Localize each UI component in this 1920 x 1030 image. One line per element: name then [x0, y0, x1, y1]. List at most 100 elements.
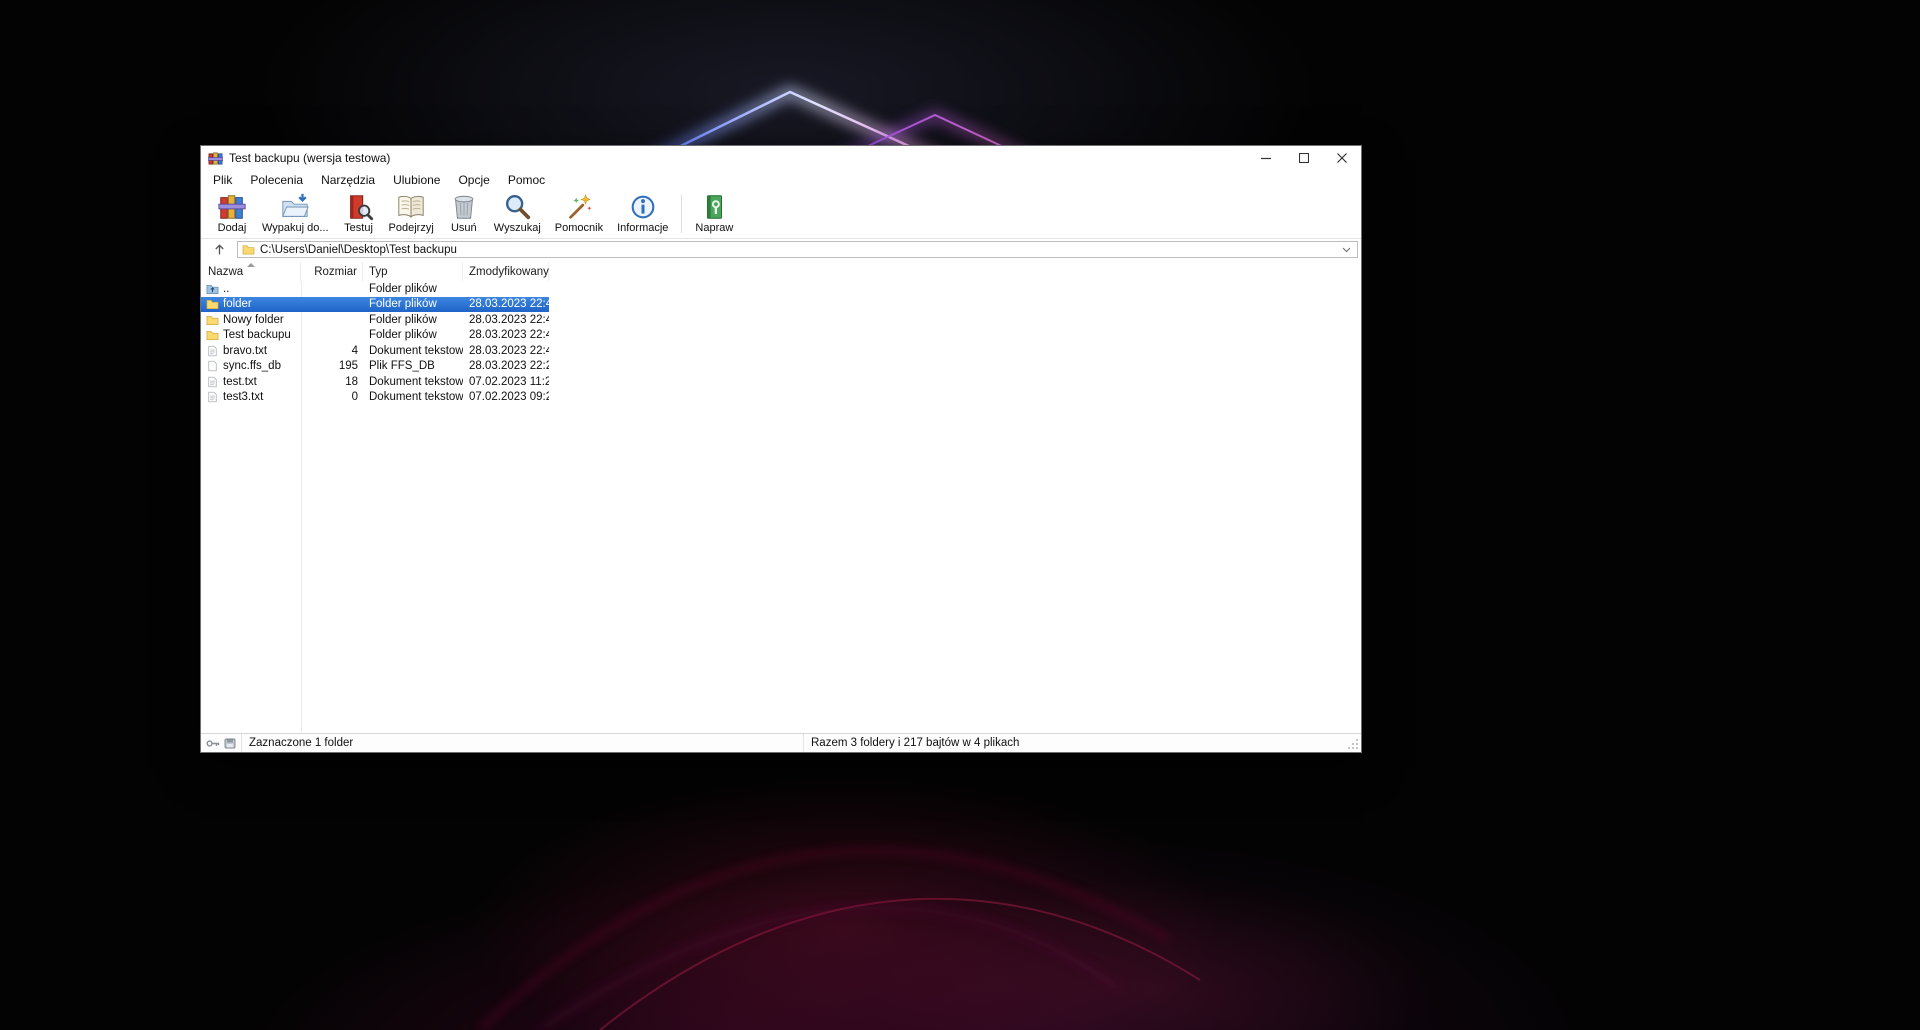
tool-label: Informacje: [617, 222, 668, 234]
repair-button[interactable]: Napraw: [688, 191, 740, 234]
menu-ulubione[interactable]: Ulubione: [384, 172, 449, 188]
view-button[interactable]: Podejrzyj: [382, 191, 441, 234]
maximize-button[interactable]: [1285, 146, 1323, 170]
file-list: Nazwa Rozmiar Typ Zmodyfikowany: [201, 262, 1361, 733]
address-path: C:\Users\Daniel\Desktop\Test backupu: [260, 244, 457, 256]
file-name: ..: [223, 283, 229, 295]
menu-opcje[interactable]: Opcje: [449, 172, 498, 188]
text-file-icon: [206, 345, 219, 357]
file-row-selected[interactable]: folder Folder plików 28.03.2023 22:43: [201, 297, 549, 313]
toolbar: Dodaj Wypakuj do... Testuj: [201, 189, 1361, 239]
resize-grip[interactable]: [1347, 734, 1361, 752]
resize-grip-icon: [1347, 738, 1359, 750]
file-name: test3.txt: [223, 391, 263, 403]
statusbar-icons: [201, 734, 242, 752]
file-modified: 28.03.2023 22:45: [463, 314, 549, 326]
statusbar-selection: Zaznaczone 1 folder: [242, 734, 804, 752]
file-modified: 07.02.2023 11:27: [463, 376, 549, 388]
column-header-label: Zmodyfikowany: [469, 266, 549, 278]
up-directory-button[interactable]: [207, 241, 231, 258]
address-combobox[interactable]: C:\Users\Daniel\Desktop\Test backupu: [237, 241, 1358, 258]
info-button[interactable]: Informacje: [610, 191, 675, 234]
column-header-type[interactable]: Typ: [363, 262, 463, 281]
delete-button[interactable]: Usuń: [441, 191, 487, 234]
file-name: sync.ffs_db: [223, 360, 281, 372]
tool-label: Napraw: [695, 222, 733, 234]
file-name: Test backupu: [223, 329, 291, 341]
extract-to-button[interactable]: Wypakuj do...: [255, 191, 336, 234]
column-header-name[interactable]: Nazwa: [201, 262, 301, 281]
file-row[interactable]: Nowy folder Folder plików 28.03.2023 22:…: [201, 312, 549, 328]
menu-narzedzia[interactable]: Narzędzia: [312, 172, 384, 188]
winrar-window: Test backupu (wersja testowa) Plik Polec…: [200, 145, 1362, 753]
file-row[interactable]: test3.txt 0 Dokument tekstowy 07.02.2023…: [201, 390, 549, 406]
menu-pomoc[interactable]: Pomoc: [499, 172, 554, 188]
find-button[interactable]: Wyszukaj: [487, 191, 548, 234]
delete-icon: [449, 192, 479, 222]
wizard-icon: [564, 192, 594, 222]
summary-text: Razem 3 foldery i 217 bajtów w 4 plikach: [811, 737, 1019, 749]
caption-buttons: [1247, 146, 1361, 170]
column-header-label: Nazwa: [208, 266, 243, 278]
close-button[interactable]: [1323, 146, 1361, 170]
file-modified: 28.03.2023 22:46: [463, 345, 549, 357]
up-folder-icon: [206, 283, 219, 295]
file-type: Folder plików: [363, 314, 463, 326]
menubar: Plik Polecenia Narzędzia Ulubione Opcje …: [201, 170, 1361, 189]
minimize-icon: [1261, 153, 1271, 163]
tool-label: Testuj: [344, 222, 373, 234]
file-size: 195: [301, 360, 363, 372]
tool-label: Wyszukaj: [494, 222, 541, 234]
file-modified: 28.03.2023 22:43: [463, 298, 549, 310]
column-header-label: Rozmiar: [314, 266, 357, 278]
address-dropdown-button[interactable]: [1340, 247, 1353, 253]
tool-label: Usuń: [451, 222, 477, 234]
test-archive-icon: [344, 192, 374, 222]
file-row[interactable]: sync.ffs_db 195 Plik FFS_DB 28.03.2023 2…: [201, 359, 549, 375]
file-modified: 07.02.2023 09:28: [463, 391, 549, 403]
file-type: Dokument tekstowy: [363, 391, 463, 403]
statusbar: Zaznaczone 1 folder Razem 3 foldery i 21…: [201, 733, 1361, 752]
tool-label: Podejrzyj: [389, 222, 434, 234]
column-header-size[interactable]: Rozmiar: [301, 262, 363, 281]
search-icon: [502, 192, 532, 222]
test-button[interactable]: Testuj: [336, 191, 382, 234]
app-icon[interactable]: [208, 151, 223, 166]
info-icon: [628, 192, 658, 222]
addressbar: C:\Users\Daniel\Desktop\Test backupu: [201, 239, 1361, 262]
folder-icon: [242, 244, 255, 255]
toolbar-separator: [681, 195, 682, 233]
folder-icon: [206, 314, 219, 326]
file-row[interactable]: .. Folder plików: [201, 281, 549, 297]
add-button[interactable]: Dodaj: [209, 191, 255, 234]
file-size: 4: [301, 345, 363, 357]
close-icon: [1337, 153, 1347, 163]
file-row[interactable]: bravo.txt 4 Dokument tekstowy 28.03.2023…: [201, 343, 549, 359]
titlebar[interactable]: Test backupu (wersja testowa): [201, 146, 1361, 170]
file-row[interactable]: Test backupu Folder plików 28.03.2023 22…: [201, 328, 549, 344]
tool-label: Wypakuj do...: [262, 222, 329, 234]
file-size: 0: [301, 391, 363, 403]
file-type: Plik FFS_DB: [363, 360, 463, 372]
column-header-label: Typ: [369, 266, 388, 278]
minimize-button[interactable]: [1247, 146, 1285, 170]
file-type: Dokument tekstowy: [363, 376, 463, 388]
menu-plik[interactable]: Plik: [204, 172, 241, 188]
menu-polecenia[interactable]: Polecenia: [241, 172, 312, 188]
file-type: Folder plików: [363, 283, 463, 295]
wizard-button[interactable]: Pomocnik: [548, 191, 610, 234]
window-title: Test backupu (wersja testowa): [229, 151, 390, 165]
file-type: Folder plików: [363, 329, 463, 341]
folder-icon: [206, 298, 219, 310]
file-modified: 28.03.2023 22:26: [463, 360, 549, 372]
file-type: Folder plików: [363, 298, 463, 310]
folder-icon: [206, 329, 219, 341]
disk-icon[interactable]: [224, 738, 236, 749]
key-icon[interactable]: [206, 738, 220, 749]
column-header-modified[interactable]: Zmodyfikowany: [463, 262, 549, 281]
file-row[interactable]: test.txt 18 Dokument tekstowy 07.02.2023…: [201, 374, 549, 390]
up-arrow-icon: [214, 244, 225, 255]
file-icon: [206, 360, 219, 372]
list-header: Nazwa Rozmiar Typ Zmodyfikowany: [201, 262, 1361, 281]
file-modified: 28.03.2023 22:43: [463, 329, 549, 341]
